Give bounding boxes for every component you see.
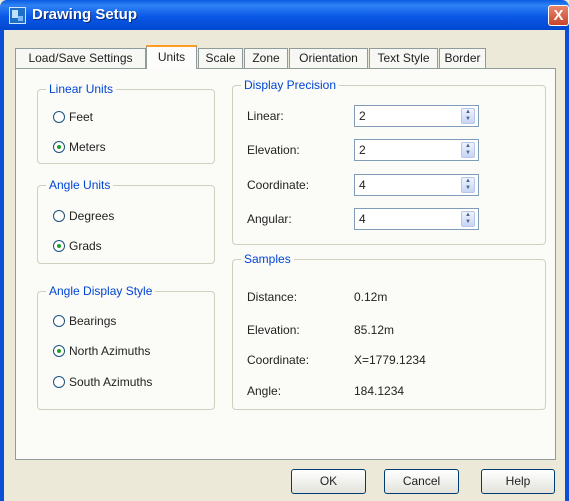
sample-elevation-value: 85.12m <box>354 323 395 337</box>
radio-grads[interactable]: Grads <box>53 238 102 254</box>
tab-units[interactable]: Units <box>146 45 197 69</box>
precision-coordinate-label: Coordinate: <box>247 178 310 192</box>
radio-meters-dot <box>53 140 65 153</box>
radio-feet[interactable]: Feet <box>53 109 93 125</box>
radio-meters-label: Meters <box>69 140 106 154</box>
spinner-arrows-icon[interactable]: ▲ ▼ <box>461 108 475 124</box>
sample-elevation-label: Elevation: <box>247 323 300 337</box>
angle-display-style-title: Angle Display Style <box>46 284 156 298</box>
tab-orientation[interactable]: Orientation <box>289 48 368 68</box>
radio-degrees-dot <box>53 209 65 222</box>
radio-feet-dot <box>53 110 65 123</box>
tab-border[interactable]: Border <box>439 48 486 68</box>
radio-south-azimuths-dot <box>53 375 65 388</box>
help-button[interactable]: Help <box>481 469 555 494</box>
sample-angle-value: 184.1234 <box>354 384 405 398</box>
window-frame-right <box>565 30 569 501</box>
radio-grads-label: Grads <box>69 239 102 253</box>
sample-coordinate-value: X=1779.1234 <box>354 353 426 367</box>
app-icon <box>9 7 26 24</box>
angle-units-group: Angle Units Degrees Grads <box>37 178 215 264</box>
precision-linear-value: 2 <box>359 109 366 123</box>
title-bar[interactable]: Drawing Setup X <box>0 0 569 30</box>
radio-north-azimuths-label: North Azimuths <box>69 344 151 358</box>
display-precision-group: Display Precision Linear: 2 ▲ ▼ Elevation:… <box>232 78 546 245</box>
angle-display-style-group: Angle Display Style Bearings North Azimu… <box>37 284 215 410</box>
radio-feet-label: Feet <box>69 110 94 124</box>
precision-elevation-spinner[interactable]: 2 ▲ ▼ <box>354 139 479 161</box>
sample-distance-value: 0.12m <box>354 290 388 304</box>
tab-zone[interactable]: Zone <box>244 48 288 68</box>
window-title: Drawing Setup <box>32 6 138 23</box>
precision-elevation-value: 2 <box>359 143 366 157</box>
precision-angular-spinner[interactable]: 4 ▲ ▼ <box>354 208 479 230</box>
sample-coordinate-label: Coordinate: <box>247 353 310 367</box>
ok-button[interactable]: OK <box>291 469 366 494</box>
close-icon: X <box>553 7 564 24</box>
spinner-arrows-icon[interactable]: ▲ ▼ <box>461 211 475 227</box>
display-precision-title: Display Precision <box>241 78 340 92</box>
drawing-setup-dialog: Drawing Setup X Load/Save Settings Units… <box>0 0 569 501</box>
radio-bearings-label: Bearings <box>69 314 117 328</box>
radio-north-azimuths-dot <box>53 344 65 357</box>
spinner-arrows-icon[interactable]: ▲ ▼ <box>461 177 475 193</box>
precision-angular-label: Angular: <box>247 212 292 226</box>
tab-text-style[interactable]: Text Style <box>369 48 438 68</box>
radio-north-azimuths[interactable]: North Azimuths <box>53 343 150 359</box>
radio-south-azimuths[interactable]: South Azimuths <box>53 374 152 390</box>
samples-group: Samples Distance: 0.12m Elevation: 85.12… <box>232 252 546 410</box>
sample-distance-label: Distance: <box>247 290 298 304</box>
radio-grads-dot <box>53 239 65 252</box>
samples-title: Samples <box>241 252 294 266</box>
radio-meters[interactable]: Meters <box>53 139 106 155</box>
precision-angular-value: 4 <box>359 212 366 226</box>
tab-scale[interactable]: Scale <box>198 48 243 68</box>
precision-linear-spinner[interactable]: 2 ▲ ▼ <box>354 105 479 127</box>
spinner-arrows-icon[interactable]: ▲ ▼ <box>461 142 475 158</box>
precision-coordinate-value: 4 <box>359 178 366 192</box>
cancel-button[interactable]: Cancel <box>384 469 459 494</box>
tab-load-save-settings[interactable]: Load/Save Settings <box>15 48 146 68</box>
precision-elevation-label: Elevation: <box>247 143 300 157</box>
linear-units-group: Linear Units Feet Meters <box>37 82 215 164</box>
close-button[interactable]: X <box>548 5 569 26</box>
precision-linear-label: Linear: <box>247 109 284 123</box>
window-frame-left <box>0 30 4 501</box>
sample-angle-label: Angle: <box>247 384 282 398</box>
radio-bearings[interactable]: Bearings <box>53 313 116 329</box>
radio-degrees[interactable]: Degrees <box>53 208 114 224</box>
angle-units-title: Angle Units <box>46 178 114 192</box>
units-tab-panel: Linear Units Feet Meters Angle Units Deg… <box>15 68 556 460</box>
linear-units-title: Linear Units <box>46 82 117 96</box>
precision-coordinate-spinner[interactable]: 4 ▲ ▼ <box>354 174 479 196</box>
radio-bearings-dot <box>53 314 65 327</box>
radio-south-azimuths-label: South Azimuths <box>69 375 153 389</box>
radio-degrees-label: Degrees <box>69 209 115 223</box>
